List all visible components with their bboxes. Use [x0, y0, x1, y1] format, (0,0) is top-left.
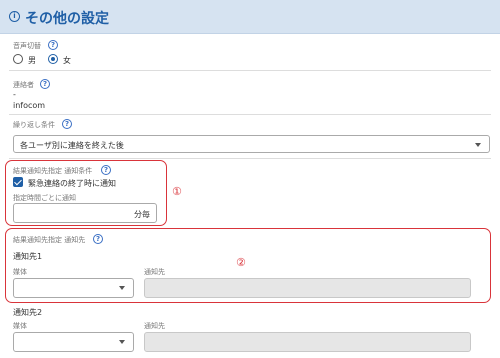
voice-label: 音声切替: [13, 42, 41, 50]
contact-label: 連絡者: [13, 81, 34, 89]
dest-group-title: 通知先2: [13, 308, 43, 317]
chevron-down-icon: [475, 143, 481, 147]
dest-label: 通知先: [144, 322, 165, 330]
dest-input[interactable]: [144, 278, 471, 298]
section-header: i その他の設定: [0, 0, 500, 34]
media-select[interactable]: [13, 278, 134, 298]
media-label: 媒体: [13, 268, 27, 276]
divider: [9, 114, 491, 115]
dest-input[interactable]: [144, 332, 471, 352]
repeat-select[interactable]: 各ユーザ別に連絡を終えた後: [13, 135, 490, 153]
voice-male-radio[interactable]: [13, 54, 23, 64]
marker-2: ②: [236, 256, 246, 269]
chevron-down-icon: [119, 340, 125, 344]
dest-label: 通知先: [144, 268, 165, 276]
result-condition-label: 結果通知先指定 通知条件: [13, 167, 93, 175]
interval-suffix: 分毎: [134, 210, 150, 219]
result-dest-help-icon[interactable]: ?: [93, 234, 103, 244]
info-circle-icon: i: [9, 11, 20, 22]
voice-female-radio[interactable]: [48, 54, 58, 64]
voice-male-label: 男: [28, 56, 36, 65]
marker-1: ①: [172, 185, 182, 198]
notify-on-end-label: 緊急連絡の終了時に通知: [28, 179, 116, 188]
section-title: その他の設定: [25, 11, 109, 27]
media-label: 媒体: [13, 322, 27, 330]
voice-female-label: 女: [63, 56, 71, 65]
contact-value-name: infocom: [13, 101, 46, 110]
divider: [9, 70, 491, 71]
chevron-down-icon: [119, 286, 125, 290]
interval-input[interactable]: 分毎: [13, 203, 157, 223]
repeat-select-value: 各ユーザ別に連絡を終えた後: [20, 141, 124, 150]
contact-help-icon[interactable]: ?: [40, 79, 50, 89]
contact-value-dash: -: [13, 90, 16, 99]
notify-on-end-checkbox[interactable]: [13, 177, 23, 187]
repeat-help-icon[interactable]: ?: [62, 119, 72, 129]
dest-group-title: 通知先1: [13, 252, 43, 261]
media-select[interactable]: [13, 332, 134, 352]
result-condition-help-icon[interactable]: ?: [101, 165, 111, 175]
result-dest-label: 結果通知先指定 通知先: [13, 236, 86, 244]
interval-label: 指定時間ごとに通知: [13, 194, 76, 202]
repeat-label: 繰り返し条件: [13, 121, 55, 129]
divider: [9, 158, 491, 159]
voice-help-icon[interactable]: ?: [48, 40, 58, 50]
